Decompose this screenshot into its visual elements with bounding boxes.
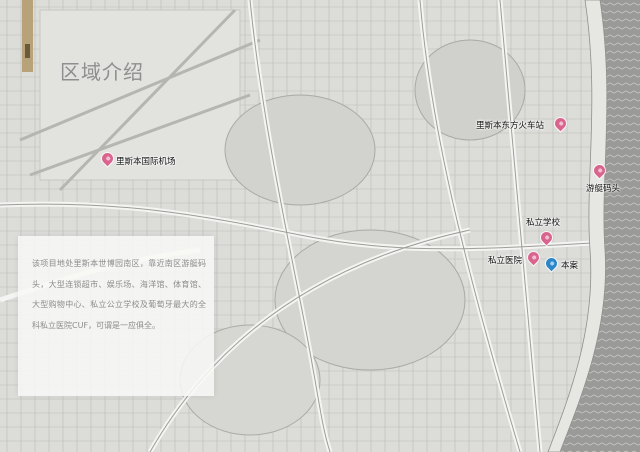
marker-label-station: 里斯本东方火车站 [476,121,545,131]
marker-label-marina: 游艇码头 [586,184,621,194]
district-north [224,94,376,206]
info-description: 该项目地处里斯本世博园南区，靠近南区游艇码头，大型连锁超市、娱乐场、海洋馆、体育… [32,259,206,330]
marker-label-school: 私立学校 [526,218,561,228]
marker-label-project: 本案 [561,261,579,271]
marker-label-airport: 里斯本国际机场 [116,157,176,167]
map-page: 区域介绍 该项目地处里斯本世博园南区，靠近南区游艇码头，大型连锁超市、娱乐场、海… [0,0,640,452]
page-title: 区域介绍 [60,60,144,84]
accent-bar [22,0,33,72]
marker-label-hospital: 私立医院 [488,256,523,266]
info-panel: 该项目地处里斯本世博园南区，靠近南区游艇码头，大型连锁超市、娱乐场、海洋馆、体育… [18,236,214,396]
